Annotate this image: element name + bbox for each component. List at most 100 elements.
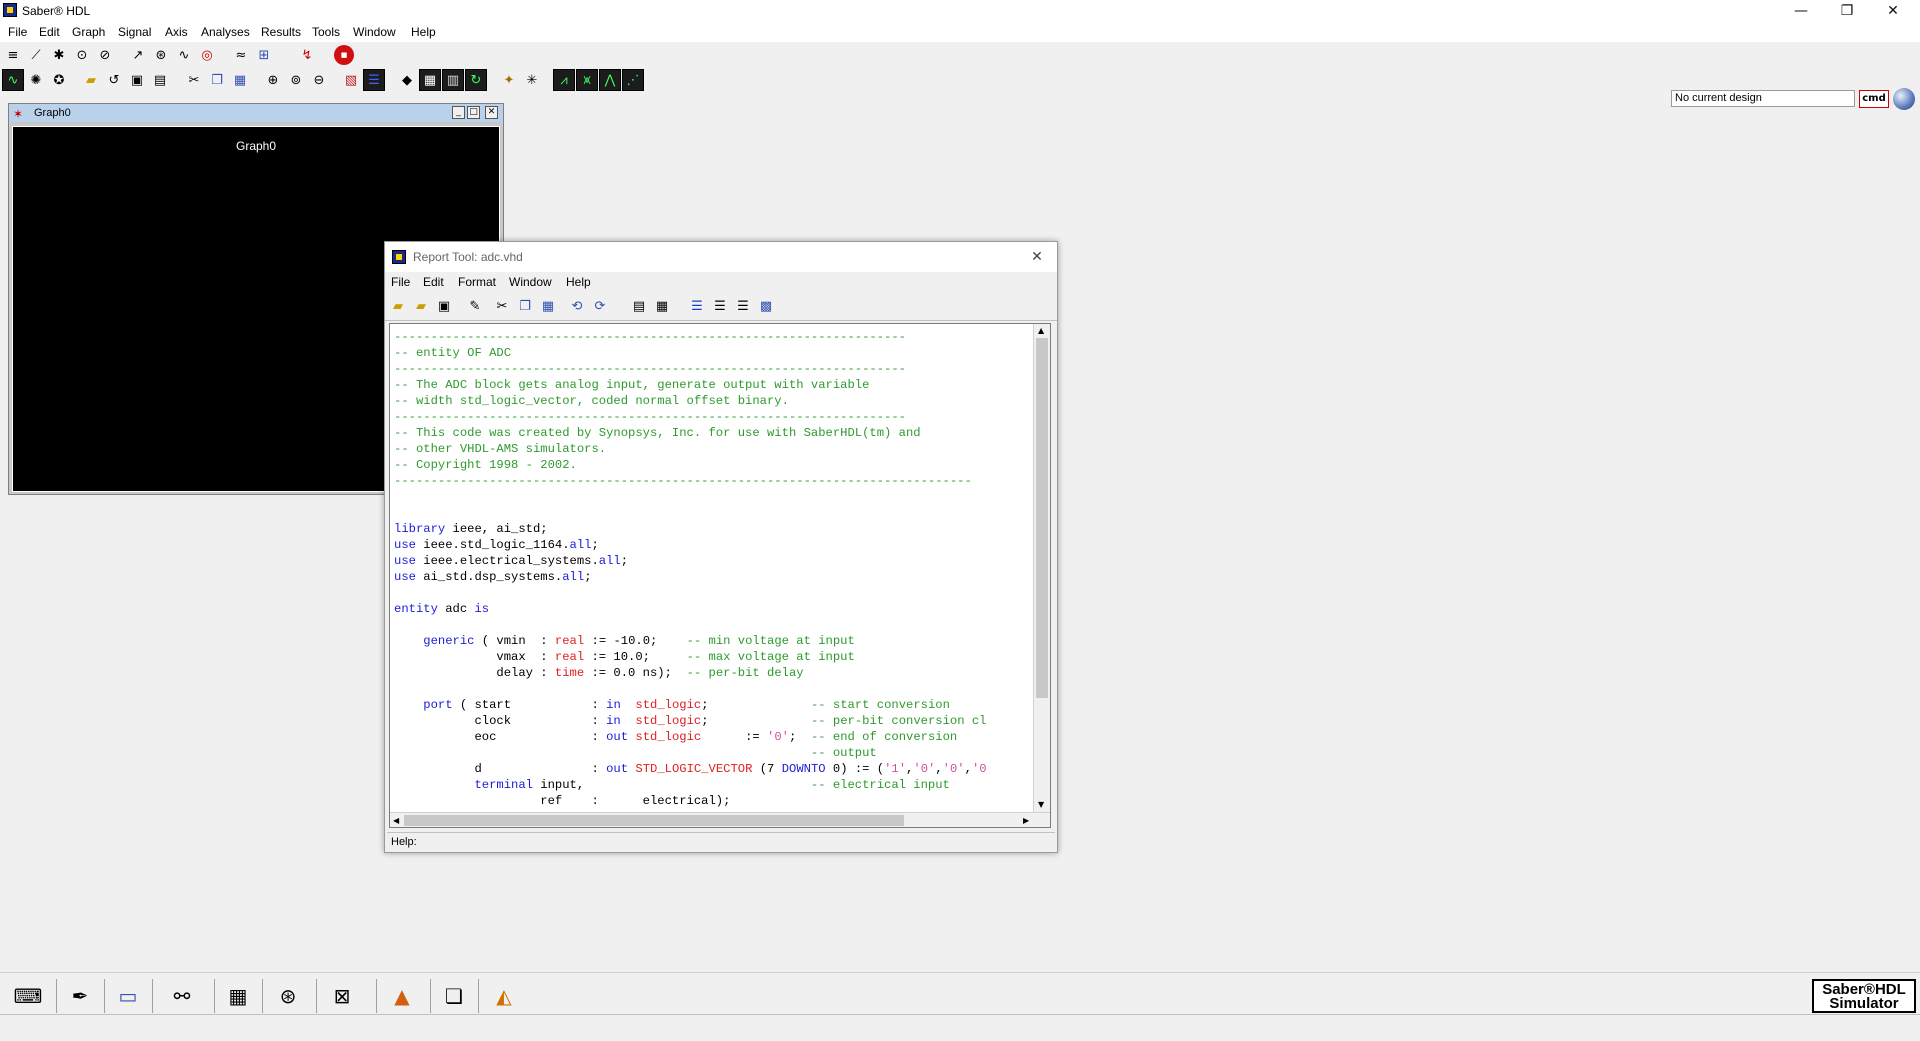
menu-window[interactable]: Window	[353, 25, 396, 39]
code-text[interactable]: ----------------------------------------…	[394, 329, 987, 809]
pz-icon[interactable]: ∿	[173, 44, 195, 66]
waveform-icon[interactable]: ▤	[628, 295, 650, 317]
horizontal-scroll-thumb[interactable]	[404, 815, 904, 826]
code-editor[interactable]: ----------------------------------------…	[389, 323, 1051, 828]
close-button[interactable]: ✕	[1870, 0, 1916, 22]
pencil-icon[interactable]: ◆	[396, 69, 418, 91]
menu-file[interactable]: File	[8, 25, 27, 39]
globe-icon[interactable]	[1893, 88, 1915, 110]
wave-icon[interactable]: ≈	[230, 44, 252, 66]
color-icon[interactable]: ▧	[340, 69, 362, 91]
menu-tools[interactable]: Tools	[312, 25, 340, 39]
reload-icon[interactable]: ↻	[465, 69, 487, 91]
paste-icon[interactable]: ▦	[537, 295, 559, 317]
menu-help[interactable]: Help	[411, 25, 436, 39]
filter-icon[interactable]: ⊠	[320, 980, 364, 1012]
report-tool-window[interactable]: Report Tool: adc.vhd ✕ File Edit Format …	[384, 241, 1058, 853]
eye-signal-icon[interactable]: ⩘	[553, 69, 575, 91]
menu-analyses[interactable]: Analyses	[201, 25, 250, 39]
replace-icon[interactable]: ⟳	[589, 295, 611, 317]
report-menu-format[interactable]: Format	[458, 275, 496, 289]
report-close-button[interactable]: ✕	[1025, 246, 1049, 268]
stop-icon[interactable]: ■	[333, 44, 355, 66]
edit-pencil-icon[interactable]: ✎	[464, 295, 486, 317]
net-icon[interactable]: ⊞	[253, 44, 275, 66]
docs-icon[interactable]: ❏	[432, 980, 476, 1012]
menu-axis[interactable]: Axis	[165, 25, 188, 39]
sig-c-icon[interactable]: ⋰	[622, 69, 644, 91]
graph-icon[interactable]: ⟋	[25, 44, 47, 66]
osc-icon[interactable]: ∿	[2, 69, 24, 91]
find-icon[interactable]: ⟲	[566, 295, 588, 317]
restore-button[interactable]: ❐	[1824, 0, 1870, 22]
save-icon[interactable]: ▣	[433, 295, 455, 317]
zoom-in-icon[interactable]: ⊕	[262, 69, 284, 91]
graph-window-title-bar[interactable]: ✶ Graph0 _ □ ✕	[9, 104, 503, 122]
bug-icon[interactable]: ✳	[521, 69, 543, 91]
stack-icon[interactable]: ☰	[363, 69, 385, 91]
target-icon[interactable]: ◎	[196, 44, 218, 66]
keyboard-icon[interactable]: ⌨	[6, 980, 50, 1012]
table-icon[interactable]: ▥	[442, 69, 464, 91]
table-icon[interactable]: ▦	[651, 295, 673, 317]
meters-icon[interactable]: ⊛	[266, 980, 310, 1012]
new-folder-icon[interactable]: ▰	[387, 295, 409, 317]
measure-icon[interactable]: ↯	[296, 44, 318, 66]
graph-maximize-button[interactable]: □	[467, 106, 480, 119]
sim-icon[interactable]: ≡	[2, 44, 24, 66]
list-view-icon[interactable]: ☰	[686, 295, 708, 317]
fan-icon[interactable]: ✺	[25, 69, 47, 91]
graph-close-button[interactable]: ✕	[485, 106, 498, 119]
report-menu-window[interactable]: Window	[509, 275, 552, 289]
menu-results[interactable]: Results	[261, 25, 301, 39]
graph-minimize-button[interactable]: _	[452, 106, 465, 119]
grid-icon[interactable]: ▦	[419, 69, 441, 91]
tr-icon[interactable]: ⊘	[94, 44, 116, 66]
scroll-left-icon[interactable]: ◀	[393, 816, 399, 825]
report-menu-help[interactable]: Help	[566, 275, 591, 289]
zoom-out-icon[interactable]: ⊖	[308, 69, 330, 91]
probe-icon[interactable]: ✱	[48, 44, 70, 66]
cut-icon[interactable]: ✂	[491, 295, 513, 317]
scroll-down-icon[interactable]: ▼	[1038, 800, 1044, 809]
scroll-up-icon[interactable]: ▲	[1038, 326, 1044, 335]
horizontal-scrollbar[interactable]: ◀ ▶	[390, 812, 1050, 827]
open-icon[interactable]: ▰	[410, 295, 432, 317]
report-menu-edit[interactable]: Edit	[423, 275, 444, 289]
cmd-button[interactable]: cmd	[1859, 90, 1889, 108]
plot-icon[interactable]: ↗	[127, 44, 149, 66]
copy-icon[interactable]: ❐	[206, 69, 228, 91]
copy-icon[interactable]: ❐	[514, 295, 536, 317]
dc-icon[interactable]: ⊙	[71, 44, 93, 66]
menu-graph[interactable]: Graph	[72, 25, 105, 39]
scissors-probe-icon[interactable]: ⚯	[160, 980, 204, 1012]
minimize-button[interactable]: —	[1778, 0, 1824, 22]
shapes-icon[interactable]: ◭	[482, 980, 526, 1012]
sig-a-icon[interactable]: ⩙	[576, 69, 598, 91]
report-menu-file[interactable]: File	[391, 275, 410, 289]
vertical-scroll-thumb[interactable]	[1036, 338, 1048, 698]
scroll-right-icon[interactable]: ▶	[1023, 816, 1029, 825]
matlab-icon[interactable]: ▲	[380, 980, 424, 1012]
properties-icon[interactable]: ▩	[755, 295, 777, 317]
cut-icon[interactable]: ✂	[183, 69, 205, 91]
sig-b-icon[interactable]: ⋀	[599, 69, 621, 91]
save-icon[interactable]: ▣	[126, 69, 148, 91]
menu-edit[interactable]: Edit	[39, 25, 60, 39]
detail-view-icon[interactable]: ☰	[709, 295, 731, 317]
sweep-icon[interactable]: ⊛	[150, 44, 172, 66]
compass-icon[interactable]: ✪	[48, 69, 70, 91]
marker-icon[interactable]: ✦	[498, 69, 520, 91]
current-design-field[interactable]: No current design	[1671, 90, 1855, 107]
vertical-scrollbar[interactable]: ▲ ▼	[1033, 324, 1050, 812]
open-icon[interactable]: ▰	[80, 69, 102, 91]
pen-icon[interactable]: ✒	[58, 980, 102, 1012]
paste-icon[interactable]: ▦	[229, 69, 251, 91]
scope-icon[interactable]: ▭	[106, 980, 150, 1012]
text-view-icon[interactable]: ☰	[732, 295, 754, 317]
undo-icon[interactable]: ↺	[103, 69, 125, 91]
calculator-icon[interactable]: ▦	[216, 980, 260, 1012]
menu-signal[interactable]: Signal	[118, 25, 151, 39]
zoom-fit-icon[interactable]: ⊚	[285, 69, 307, 91]
report-tool-title-bar[interactable]: Report Tool: adc.vhd ✕	[385, 242, 1057, 272]
